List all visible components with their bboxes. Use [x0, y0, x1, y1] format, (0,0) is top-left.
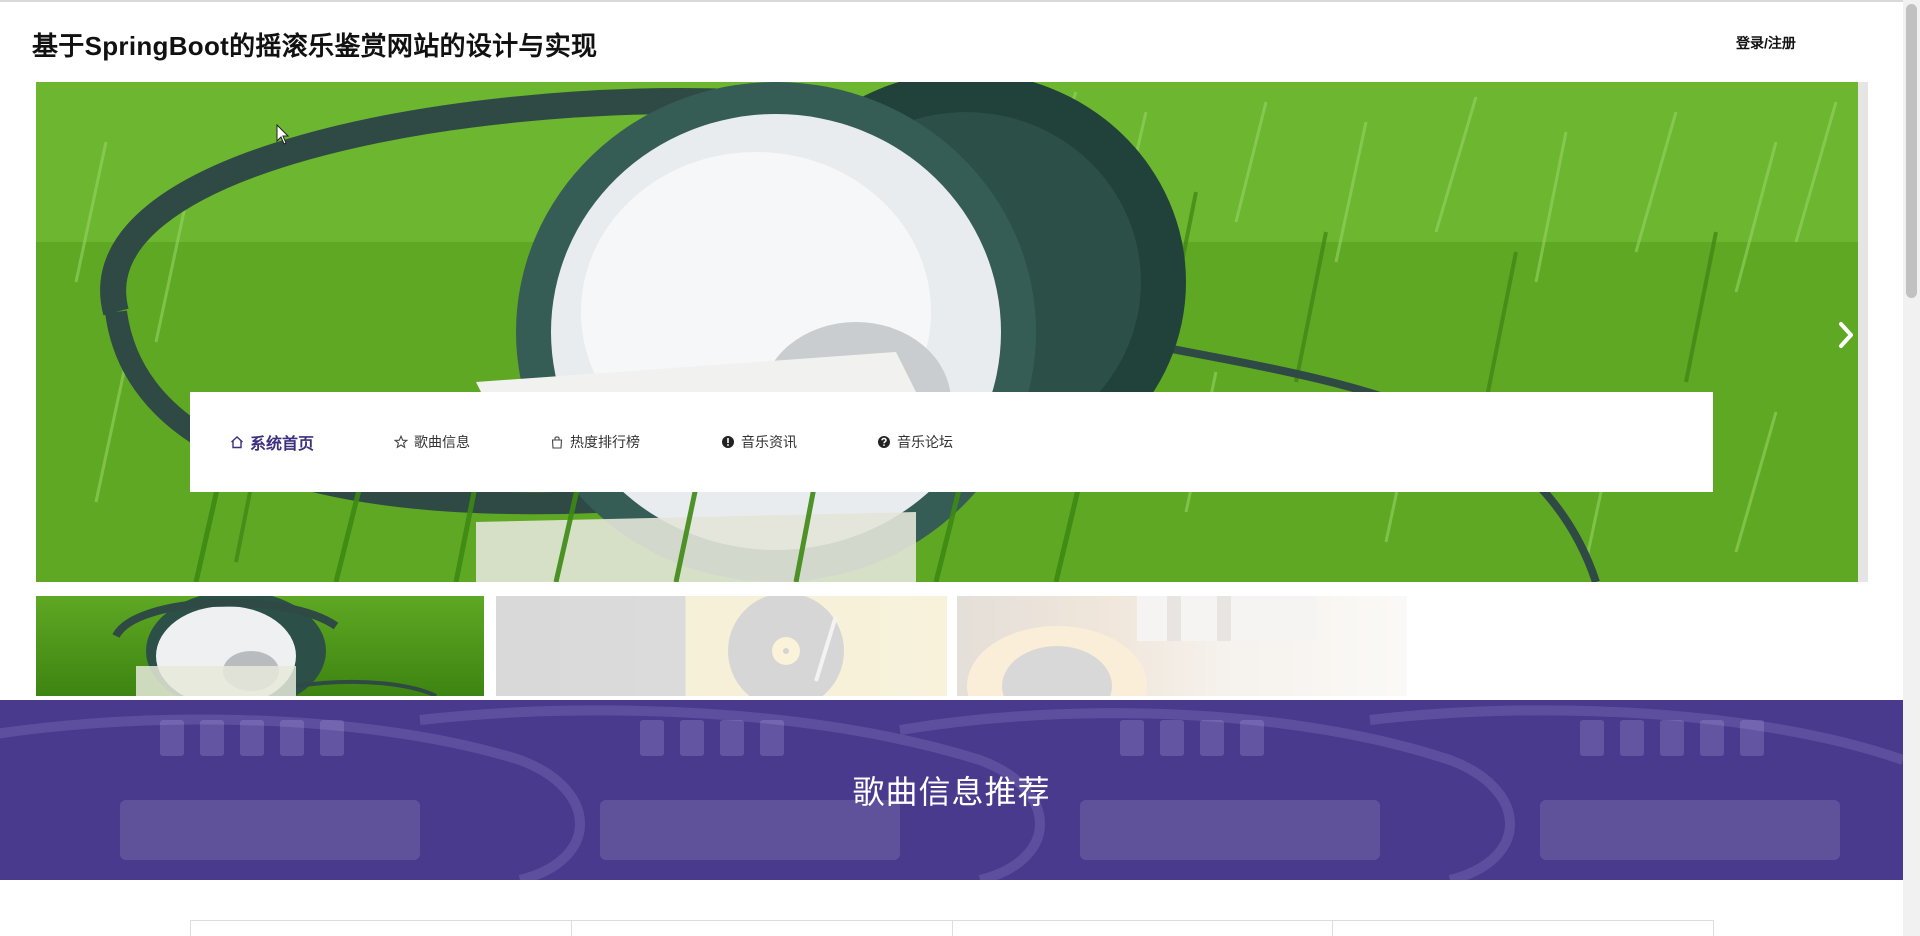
login-register-link[interactable]: 登录/注册 — [1736, 33, 1796, 53]
home-icon — [231, 436, 243, 449]
nav-item-ranking[interactable]: 热度排行榜 — [550, 392, 640, 492]
site-title: 基于SpringBoot的摇滚乐鉴赏网站的设计与实现 — [32, 31, 598, 61]
nav-item-home[interactable]: 系统首页 — [230, 392, 314, 492]
bag-icon — [551, 436, 563, 449]
hero-carousel[interactable] — [36, 82, 1858, 582]
song-card[interactable] — [570, 920, 953, 936]
mouse-cursor-icon — [276, 124, 290, 145]
nav-label: 音乐资讯 — [741, 434, 797, 450]
song-cards — [190, 920, 1714, 936]
top-divider — [0, 0, 1903, 2]
thumb-overlay — [957, 596, 1407, 696]
section-title: 歌曲信息推荐 — [852, 774, 1051, 810]
nav-item-forum[interactable]: 音乐论坛 — [877, 392, 953, 492]
carousel-thumb-3[interactable] — [957, 596, 1407, 696]
headphones-thumbnail — [112, 596, 437, 696]
scrollbar-thumb[interactable] — [1906, 4, 1917, 298]
nav-label: 系统首页 — [250, 436, 315, 453]
nav-label: 热度排行榜 — [570, 434, 640, 450]
nav-item-songs[interactable]: 歌曲信息 — [394, 392, 470, 492]
chevron-right-icon[interactable] — [1836, 318, 1858, 352]
exclamation-circle-icon — [722, 436, 734, 448]
carousel-thumb-2[interactable] — [496, 596, 947, 696]
section-banner: 歌曲信息推荐 — [0, 700, 1903, 880]
thumb-overlay — [496, 596, 947, 696]
nav-item-news[interactable]: 音乐资讯 — [721, 392, 797, 492]
nav-label: 歌曲信息 — [414, 434, 470, 450]
vertical-scrollbar[interactable] — [1903, 0, 1920, 936]
headphones-image — [36, 82, 1858, 582]
carousel-thumb-1[interactable] — [36, 596, 484, 696]
song-card[interactable] — [951, 920, 1334, 936]
song-card[interactable] — [190, 920, 572, 936]
page: 基于SpringBoot的摇滚乐鉴赏网站的设计与实现 登录/注册 系统首页 歌曲… — [0, 0, 1903, 936]
star-icon — [394, 435, 408, 449]
main-nav: 系统首页 歌曲信息 热度排行榜 音乐资讯 音乐论坛 — [190, 392, 1713, 492]
question-circle-icon — [878, 436, 890, 448]
hero-edge — [1858, 82, 1868, 582]
nav-label: 音乐论坛 — [897, 434, 953, 450]
song-card[interactable] — [1332, 920, 1714, 936]
